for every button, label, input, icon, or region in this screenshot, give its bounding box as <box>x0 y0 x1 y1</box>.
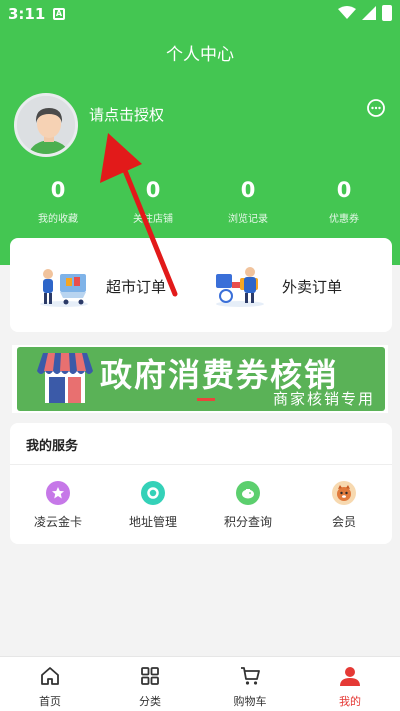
bottom-tab-bar: 首页 分类 购物车 我的 <box>0 656 400 711</box>
banner-background: 政府消费券核销 商家核销专用 <box>17 347 385 411</box>
member-icon <box>332 481 356 505</box>
supermarket-cart-icon <box>40 269 88 307</box>
battery-icon <box>382 5 392 21</box>
takeout-orders-button[interactable]: 外卖订单 <box>212 264 342 308</box>
location-icon <box>141 481 165 505</box>
piggy-bank-icon <box>236 481 260 505</box>
stat-history[interactable]: 0 浏览记录 <box>200 176 296 225</box>
tab-cart[interactable]: 购物车 <box>200 665 300 709</box>
service-label: 凌云金卡 <box>33 515 82 529</box>
stat-favorites[interactable]: 0 我的收藏 <box>10 176 106 225</box>
tab-label: 分类 <box>139 695 161 708</box>
notification-icon: A <box>53 8 65 20</box>
stat-label: 浏览记录 <box>228 214 268 225</box>
stat-followed-shops[interactable]: 0 关注店铺 <box>105 176 201 225</box>
supermarket-orders-button[interactable]: 超市订单 <box>36 264 166 308</box>
stat-value: 0 <box>50 178 66 202</box>
tab-label: 购物车 <box>233 695 267 708</box>
services-card: 我的服务 凌云金卡 地址管理 积分查询 会员 <box>10 423 392 544</box>
tab-home[interactable]: 首页 <box>0 665 100 709</box>
status-bar: 3:11 A <box>0 0 400 28</box>
signal-icon <box>362 6 376 20</box>
grid-icon <box>141 667 159 685</box>
status-time: 3:11 <box>8 5 46 23</box>
user-icon <box>340 667 360 686</box>
tab-mine[interactable]: 我的 <box>300 665 400 709</box>
page-title: 个人中心 <box>166 45 234 65</box>
stat-label: 关注店铺 <box>133 214 173 225</box>
shop-icon <box>37 353 93 403</box>
gold-card-icon <box>46 481 70 505</box>
carousel-indicator <box>197 398 215 401</box>
service-points[interactable]: 积分查询 <box>200 481 296 530</box>
service-address[interactable]: 地址管理 <box>105 481 201 530</box>
stat-coupons[interactable]: 0 优惠券 <box>296 176 392 225</box>
orders-card: 超市订单 外卖订单 <box>10 238 392 332</box>
tab-label: 我的 <box>339 695 361 708</box>
order-label: 外卖订单 <box>282 277 343 296</box>
stat-value: 0 <box>336 178 352 202</box>
service-label: 会员 <box>331 515 356 529</box>
service-gold-card[interactable]: 凌云金卡 <box>10 481 106 530</box>
stat-label: 我的收藏 <box>38 214 78 225</box>
avatar[interactable] <box>14 93 78 157</box>
authorize-prompt[interactable]: 请点击授权 <box>89 104 164 125</box>
divider <box>10 464 392 465</box>
wifi-icon <box>338 6 356 19</box>
home-icon <box>41 667 59 685</box>
consumption-voucher-banner[interactable]: 政府消费券核销 商家核销专用 <box>12 345 388 413</box>
service-label: 地址管理 <box>128 515 177 529</box>
banner-subtitle: 商家核销专用 <box>272 390 375 408</box>
message-icon[interactable] <box>366 98 386 118</box>
stat-value: 0 <box>145 178 161 202</box>
cart-icon <box>241 667 260 685</box>
service-label: 积分查询 <box>223 515 272 529</box>
order-label: 超市订单 <box>106 277 167 296</box>
tab-category[interactable]: 分类 <box>100 665 200 709</box>
service-member[interactable]: 会员 <box>296 481 392 530</box>
stat-label: 优惠券 <box>329 214 359 225</box>
stat-value: 0 <box>240 178 256 202</box>
services-title: 我的服务 <box>26 439 79 454</box>
delivery-icon <box>216 267 264 307</box>
tab-label: 首页 <box>39 695 61 708</box>
